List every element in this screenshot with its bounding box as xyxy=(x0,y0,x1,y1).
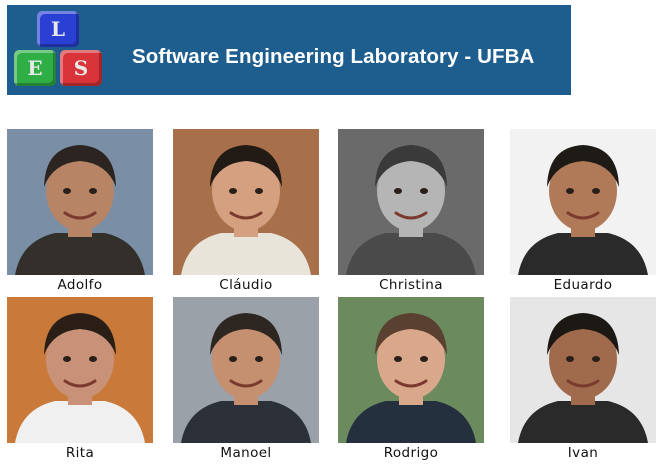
member-photo xyxy=(338,297,484,443)
member-name: Ivan xyxy=(567,445,599,461)
header-banner: L E S Software Engineering Laboratory - … xyxy=(7,5,571,95)
member-card-claudio: Cláudio xyxy=(173,129,319,293)
member-photo xyxy=(338,129,484,275)
member-card-ivan: Ivan xyxy=(510,297,656,461)
logo-cube-l: L xyxy=(37,11,79,47)
member-name: Adolfo xyxy=(57,277,103,293)
member-name: Christina xyxy=(379,277,443,293)
member-name: Rodrigo xyxy=(383,445,439,461)
member-card-eduardo: Eduardo xyxy=(510,129,656,293)
member-photo xyxy=(510,129,656,275)
member-photo xyxy=(7,297,153,443)
les-logo: L E S xyxy=(12,8,112,88)
member-name: Cláudio xyxy=(219,277,273,293)
logo-cube-s: S xyxy=(60,50,102,86)
member-photo xyxy=(173,129,319,275)
member-photo xyxy=(7,129,153,275)
member-card-manoel: Manoel xyxy=(173,297,319,461)
member-name: Eduardo xyxy=(553,277,613,293)
member-card-adolfo: Adolfo xyxy=(7,129,153,293)
page-title: Software Engineering Laboratory - UFBA xyxy=(132,45,535,68)
member-photo xyxy=(173,297,319,443)
member-name: Manoel xyxy=(220,445,272,461)
member-card-rita: Rita xyxy=(7,297,153,461)
member-card-rodrigo: Rodrigo xyxy=(338,297,484,461)
logo-cube-e: E xyxy=(14,50,56,86)
member-name: Rita xyxy=(65,445,95,461)
member-photo xyxy=(510,297,656,443)
member-card-christina: Christina xyxy=(338,129,484,293)
